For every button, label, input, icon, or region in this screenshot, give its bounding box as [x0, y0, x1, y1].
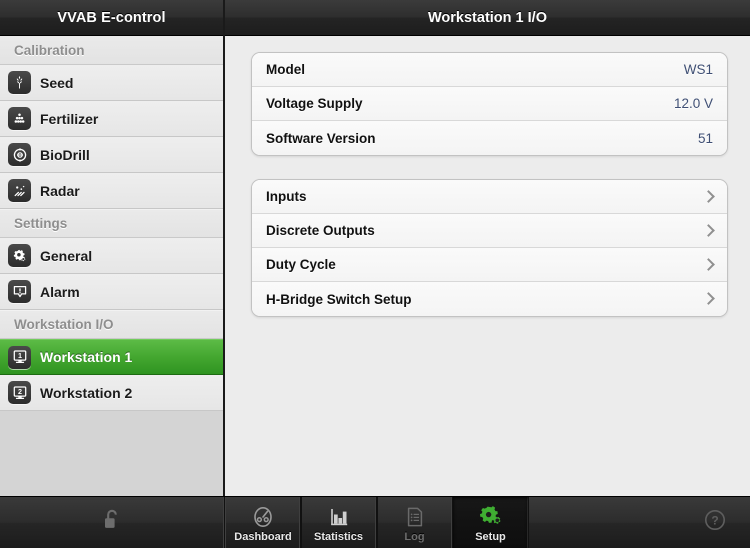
- tab-label: Dashboard: [234, 530, 292, 543]
- tab-label: Log: [404, 530, 425, 543]
- sidebar-item-label: Alarm: [40, 283, 80, 300]
- sidebar-item-biodrill[interactable]: BioDrill: [0, 137, 223, 173]
- tab-log[interactable]: Log: [377, 497, 453, 548]
- sidebar-item-radar[interactable]: Radar: [0, 173, 223, 209]
- list-item-h-bridge-switch-setup[interactable]: H-Bridge Switch Setup: [252, 282, 727, 316]
- sidebar-section-header-workstation-io: Workstation I/O: [0, 310, 223, 339]
- sidebar-header: VVAB E-control: [0, 0, 223, 36]
- alarm-icon: [8, 280, 31, 303]
- info-value: 51: [697, 130, 713, 146]
- sidebar-item-seed[interactable]: Seed: [0, 65, 223, 101]
- app-window: VVAB E-control Calibration Seed Fertiliz…: [0, 0, 750, 548]
- sidebar-item-workstation-1[interactable]: 1 Workstation 1: [0, 339, 223, 375]
- sidebar-item-workstation-2[interactable]: 2 Workstation 2: [0, 375, 223, 411]
- toolbar-tabs: Dashboard Statistics Log Setup: [225, 497, 529, 548]
- log-document-icon: [403, 505, 427, 530]
- workstation-1-icon: 1: [8, 345, 31, 369]
- radar-icon: [8, 179, 31, 202]
- sidebar-item-general[interactable]: General: [0, 238, 223, 274]
- tab-label: Setup: [475, 530, 506, 543]
- chevron-right-icon: [704, 292, 713, 306]
- svg-text:2: 2: [18, 387, 22, 396]
- sidebar-item-label: Workstation 1: [40, 349, 133, 365]
- table-row: Model WS1: [252, 53, 727, 87]
- list-item-discrete-outputs[interactable]: Discrete Outputs: [252, 214, 727, 248]
- toolbar-filler: [529, 497, 680, 548]
- info-key: Model: [266, 62, 305, 77]
- sidebar-section-header-settings: Settings: [0, 209, 223, 238]
- table-row: Voltage Supply 12.0 V: [252, 87, 727, 121]
- device-info-card: Model WS1 Voltage Supply 12.0 V Software…: [251, 52, 728, 156]
- list-item-label: Duty Cycle: [266, 257, 336, 272]
- list-item-duty-cycle[interactable]: Duty Cycle: [252, 248, 727, 282]
- body-region: VVAB E-control Calibration Seed Fertiliz…: [0, 0, 750, 496]
- fertilizer-icon: [8, 107, 31, 130]
- svg-text:?: ?: [711, 513, 718, 527]
- tab-label: Statistics: [314, 530, 363, 543]
- tab-setup[interactable]: Setup: [453, 497, 529, 548]
- list-item-label: Inputs: [266, 189, 307, 204]
- sidebar-item-alarm[interactable]: Alarm: [0, 274, 223, 310]
- chevron-right-icon: [704, 190, 713, 204]
- sidebar: VVAB E-control Calibration Seed Fertiliz…: [0, 0, 225, 496]
- app-title: VVAB E-control: [57, 9, 166, 26]
- main-content: Model WS1 Voltage Supply 12.0 V Software…: [225, 36, 750, 496]
- sidebar-item-label: Seed: [40, 74, 74, 91]
- chevron-right-icon: [704, 258, 713, 272]
- workstation-2-icon: 2: [8, 381, 31, 404]
- page-title: Workstation 1 I/O: [428, 9, 547, 26]
- table-row: Software Version 51: [252, 121, 727, 155]
- unlocked-padlock-icon: [102, 507, 122, 538]
- help-question-icon: ?: [703, 508, 727, 537]
- list-item-label: Discrete Outputs: [266, 223, 375, 238]
- sidebar-item-label: Fertilizer: [40, 110, 99, 127]
- sidebar-section-header-calibration: Calibration: [0, 36, 223, 65]
- list-item-inputs[interactable]: Inputs: [252, 180, 727, 214]
- dashboard-gauge-icon: [251, 505, 275, 530]
- tab-dashboard[interactable]: Dashboard: [225, 497, 301, 548]
- main-panel: Workstation 1 I/O Model WS1 Voltage Supp…: [225, 0, 750, 496]
- help-button[interactable]: ?: [680, 497, 750, 548]
- bar-chart-icon: [327, 505, 351, 530]
- chevron-right-icon: [704, 224, 713, 238]
- sidebar-item-label: Workstation 2: [40, 384, 133, 401]
- sidebar-item-fertilizer[interactable]: Fertilizer: [0, 101, 223, 137]
- list-item-label: H-Bridge Switch Setup: [266, 291, 412, 307]
- setup-gears-icon: [478, 505, 504, 530]
- bottom-toolbar: Dashboard Statistics Log Setup ?: [0, 496, 750, 548]
- tab-statistics[interactable]: Statistics: [301, 497, 377, 548]
- info-value: 12.0 V: [673, 96, 713, 111]
- info-key: Voltage Supply: [266, 96, 363, 111]
- sidebar-item-label: BioDrill: [40, 146, 90, 163]
- main-header: Workstation 1 I/O: [225, 0, 750, 36]
- info-value: WS1: [683, 62, 713, 77]
- seed-icon: [8, 71, 31, 94]
- io-navigation-card: Inputs Discrete Outputs Duty Cycle H-Bri…: [251, 179, 728, 317]
- sidebar-item-label: General: [40, 247, 93, 264]
- svg-text:1: 1: [18, 351, 22, 360]
- sidebar-scroll-area[interactable]: Calibration Seed Fertilizer BioDrill Rad…: [0, 36, 223, 496]
- biodrill-icon: [8, 143, 31, 166]
- gears-icon: [8, 244, 31, 267]
- lock-button[interactable]: [0, 497, 225, 548]
- info-key: Software Version: [266, 130, 376, 146]
- sidebar-item-label: Radar: [40, 182, 80, 199]
